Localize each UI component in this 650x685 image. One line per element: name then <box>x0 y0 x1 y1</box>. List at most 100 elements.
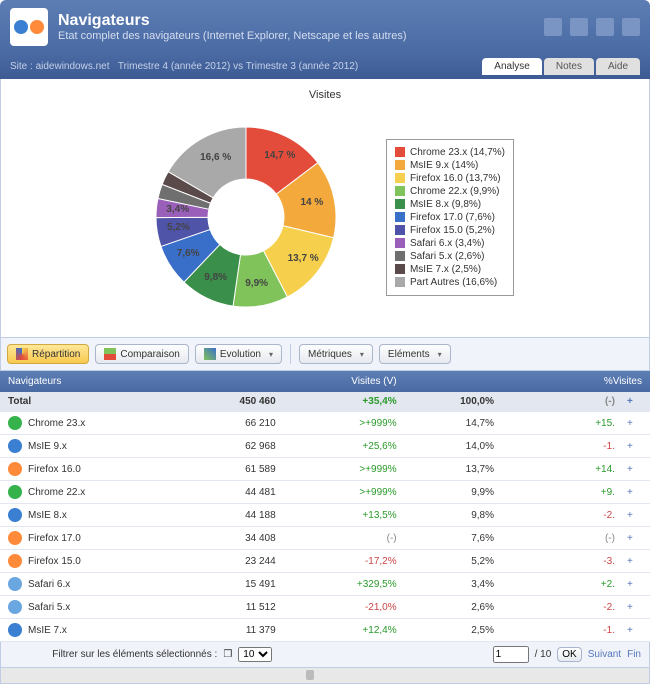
browser-icon <box>8 554 22 568</box>
browser-name: Chrome 23.x <box>28 418 85 429</box>
cube-icon[interactable]: ❒ <box>223 649 232 660</box>
visits-value: 61 589 <box>182 458 284 481</box>
visits-value: 44 188 <box>182 504 284 527</box>
visits-value: 34 408 <box>182 527 284 550</box>
header: Navigateurs Etat complet des navigateurs… <box>0 0 650 54</box>
print-icon[interactable] <box>622 18 640 36</box>
column-header[interactable]: Navigateurs <box>0 371 182 392</box>
pct-delta: -1. <box>569 441 615 452</box>
pct-value: 9,9% <box>405 481 502 504</box>
next-link[interactable]: Suivant <box>588 649 621 660</box>
browser-name: MsIE 8.x <box>28 510 67 521</box>
mail-icon[interactable] <box>596 18 614 36</box>
table-row[interactable]: MsIE 7.x 11 379 +12,4% 2,5% -1. + <box>0 619 650 642</box>
browser-icon <box>8 577 22 591</box>
table-row[interactable]: Chrome 23.x 66 210 >+999% 14,7% +15. + <box>0 412 650 435</box>
total-pages: / 10 <box>535 649 552 660</box>
visits-delta: >+999% <box>351 487 397 498</box>
table-row[interactable]: Safari 6.x 15 491 +329,5% 3,4% +2. + <box>0 573 650 596</box>
page-input[interactable] <box>493 646 529 663</box>
expand-icon[interactable]: + <box>623 458 650 481</box>
browser-name: Firefox 17.0 <box>28 533 81 544</box>
expand-icon[interactable]: + <box>623 412 650 435</box>
subbar: Site : aidewindows.net Trimestre 4 (anné… <box>0 54 650 79</box>
slice-label: 7,6% <box>177 248 200 259</box>
horizontal-scrollbar[interactable] <box>0 668 650 684</box>
expand-icon[interactable]: + <box>623 435 650 458</box>
export-icon[interactable] <box>544 18 562 36</box>
table-row[interactable]: Chrome 22.x 44 481 >+999% 9,9% +9. + <box>0 481 650 504</box>
table-row[interactable]: Firefox 17.0 34 408 (-) 7,6% (-) + <box>0 527 650 550</box>
pct-delta: -2. <box>569 510 615 521</box>
legend-item: MsIE 7.x (2,5%) <box>395 263 505 276</box>
page-title: Navigateurs <box>58 12 407 30</box>
metriques-button[interactable]: Métriques <box>299 344 373 364</box>
pct-delta: +9. <box>569 487 615 498</box>
visits-delta: +25,6% <box>351 441 397 452</box>
column-header[interactable]: %Visites <box>405 371 650 392</box>
table-row[interactable]: MsIE 9.x 62 968 +25,6% 14,0% -1. + <box>0 435 650 458</box>
browser-name: Firefox 15.0 <box>28 556 81 567</box>
visits-delta: -17,2% <box>351 556 397 567</box>
period-value: Trimestre 4 (année 2012) vs Trimestre 3 … <box>118 61 358 72</box>
slice-label: 9,9% <box>245 278 268 289</box>
tab-aide[interactable]: Aide <box>596 58 640 75</box>
expand-icon[interactable]: + <box>623 619 650 642</box>
visits-delta: >+999% <box>351 464 397 475</box>
header-actions <box>544 18 640 36</box>
table-row[interactable]: MsIE 8.x 44 188 +13,5% 9,8% -2. + <box>0 504 650 527</box>
download-icon[interactable] <box>570 18 588 36</box>
slice-label: 9,8% <box>204 272 227 283</box>
table-row[interactable]: Firefox 16.0 61 589 >+999% 13,7% +14. + <box>0 458 650 481</box>
expand-icon[interactable]: + <box>623 481 650 504</box>
visits-delta: +329,5% <box>351 579 397 590</box>
visits-delta: +12,4% <box>351 625 397 636</box>
browser-icon <box>8 508 22 522</box>
expand-icon[interactable]: + <box>623 504 650 527</box>
browser-logos-icon <box>10 8 48 46</box>
expand-icon[interactable]: + <box>623 596 650 619</box>
pct-value: 9,8% <box>405 504 502 527</box>
expand-icon[interactable]: + <box>623 550 650 573</box>
browser-icon <box>8 439 22 453</box>
end-link[interactable]: Fin <box>627 649 641 660</box>
pct-delta: -3. <box>569 556 615 567</box>
site-label: Site : <box>10 61 33 72</box>
slice-label: 5,2% <box>167 222 190 233</box>
table-row[interactable]: Firefox 15.0 23 244 -17,2% 5,2% -3. + <box>0 550 650 573</box>
elements-button[interactable]: Eléments <box>379 344 451 364</box>
slice-label: 3,4% <box>166 204 189 215</box>
pct-delta: +14. <box>569 464 615 475</box>
expand-icon[interactable]: + <box>623 527 650 550</box>
tab-notes[interactable]: Notes <box>544 58 594 75</box>
expand-icon[interactable]: + <box>623 573 650 596</box>
browser-name: Safari 5.x <box>28 602 70 613</box>
visits-value: 15 491 <box>182 573 284 596</box>
table-row[interactable]: Safari 5.x 11 512 -21,0% 2,6% -2. + <box>0 596 650 619</box>
ok-button[interactable]: OK <box>557 647 581 662</box>
slice-label: 13,7 % <box>288 253 319 264</box>
browser-name: Chrome 22.x <box>28 487 85 498</box>
pct-delta: +2. <box>569 579 615 590</box>
pct-value: 14,0% <box>405 435 502 458</box>
tabs: AnalyseNotesAide <box>482 58 640 75</box>
repartition-button[interactable]: Répartition <box>7 344 89 364</box>
visits-value: 11 512 <box>182 596 284 619</box>
visits-delta: -21,0% <box>351 602 397 613</box>
visits-value: 62 968 <box>182 435 284 458</box>
page-subtitle: Etat complet des navigateurs (Internet E… <box>58 30 407 42</box>
pct-delta: -1. <box>569 625 615 636</box>
evolution-button[interactable]: Evolution <box>195 344 282 364</box>
browser-icon <box>8 600 22 614</box>
column-header[interactable]: Visites (V) <box>182 371 405 392</box>
tab-analyse[interactable]: Analyse <box>482 58 542 75</box>
table-footer: Filtrer sur les éléments sélectionnés : … <box>0 642 650 668</box>
expand-icon[interactable]: + <box>623 392 650 412</box>
legend-item: Chrome 23.x (14,7%) <box>395 146 505 159</box>
comparaison-button[interactable]: Comparaison <box>95 344 188 364</box>
pct-delta: +15. <box>569 418 615 429</box>
filter-label: Filtrer sur les éléments sélectionnés : <box>9 649 217 660</box>
slice-label: 16,6 % <box>200 152 231 163</box>
site-value: aidewindows.net <box>36 61 110 72</box>
per-page-select[interactable]: 10 <box>238 647 272 662</box>
